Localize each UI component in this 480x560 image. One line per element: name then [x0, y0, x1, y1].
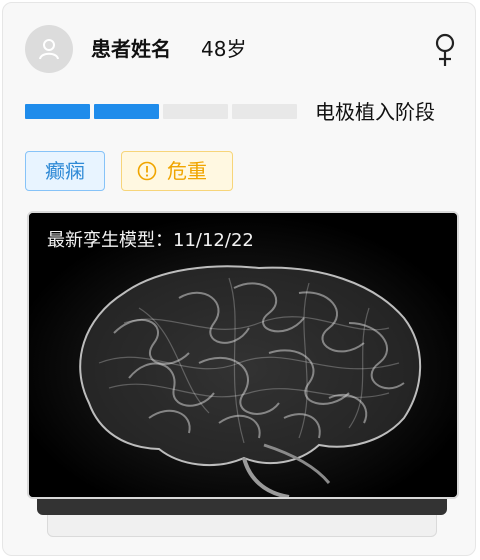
brain-model-image	[29, 213, 457, 497]
patient-header: 患者姓名 48岁	[25, 25, 461, 77]
progress-segment-pending	[232, 104, 297, 119]
user-icon	[39, 39, 59, 60]
stage-progress-bar	[25, 103, 299, 121]
twin-model-viewer[interactable]: 最新孪生模型：11/12/22	[27, 211, 459, 499]
patient-age: 48岁	[201, 37, 247, 61]
progress-segment-complete	[94, 104, 159, 119]
stage-label: 电极植入阶段	[315, 100, 435, 124]
patient-name: 患者姓名	[91, 37, 171, 61]
progress-segment-complete	[25, 104, 90, 119]
severity-label: 危重	[167, 159, 207, 183]
patient-card[interactable]: 患者姓名 48岁 电极植入阶段 癫痫 危重 最新孪生模型：11/12/22	[2, 2, 476, 556]
progress-segment-pending	[163, 104, 228, 119]
model-date: 11/12/22	[173, 230, 254, 251]
severity-tag: 危重	[121, 151, 233, 191]
female-icon	[435, 33, 455, 66]
model-caption-prefix: 最新孪生模型：	[47, 230, 173, 251]
avatar[interactable]	[25, 25, 73, 73]
alert-circle-icon	[137, 161, 157, 181]
diagnosis-tag: 癫痫	[25, 151, 105, 191]
model-caption: 最新孪生模型：11/12/22	[47, 229, 254, 253]
diagnosis-label: 癫痫	[45, 159, 85, 183]
